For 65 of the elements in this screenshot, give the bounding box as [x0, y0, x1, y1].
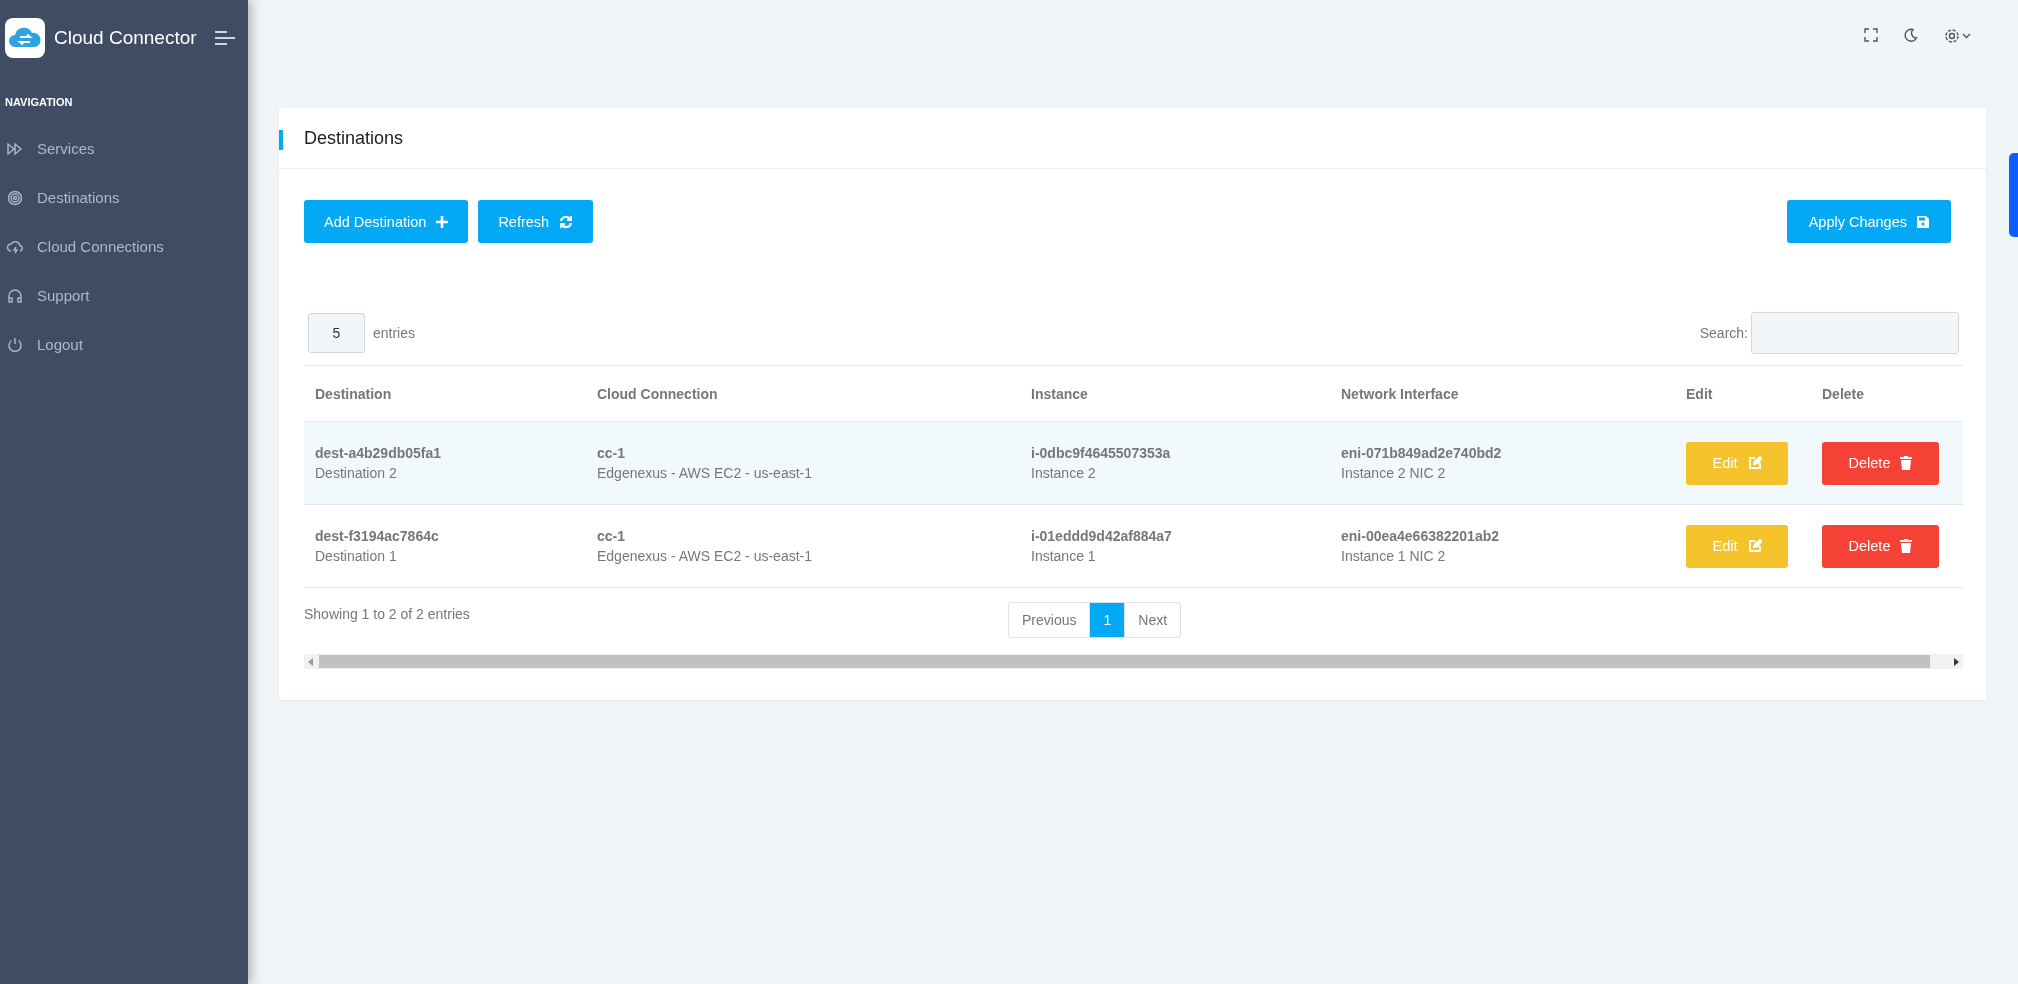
column-header: Destination — [315, 385, 392, 402]
nav-item[interactable]: Cloud Connections — [0, 222, 248, 271]
table-cell-text: Instance 1 NIC 2 — [1341, 548, 1447, 564]
trash-icon — [1900, 456, 1913, 470]
delete-button[interactable]: Delete — [1822, 524, 1939, 568]
pagination-link[interactable]: Previous — [1009, 603, 1090, 637]
nav-item[interactable]: Destinations — [0, 173, 248, 222]
edit-icon — [1747, 539, 1762, 553]
horizontal-scrollbar[interactable] — [304, 654, 1963, 669]
headphones-icon — [7, 287, 23, 304]
scroll-right-icon[interactable] — [1953, 657, 1959, 666]
pagination-link[interactable]: Next — [1124, 603, 1181, 637]
entries-label: entries — [373, 325, 416, 341]
edit-icon — [1747, 456, 1762, 470]
nav-heading: NAVIGATION — [4, 95, 74, 108]
refresh-button[interactable]: Refresh — [478, 200, 594, 243]
scroll-left-icon[interactable] — [308, 657, 314, 666]
app-title: Cloud Connector — [54, 27, 197, 49]
table-cell-text: i-0dbc9f4645507353a — [1031, 445, 1172, 461]
trash-icon — [1900, 539, 1913, 553]
delete-button[interactable]: Delete — [1822, 441, 1939, 485]
search-field[interactable] — [1751, 312, 1959, 354]
menu-icon[interactable] — [214, 31, 235, 45]
nav-item[interactable]: Logout — [0, 320, 248, 369]
fullscreen-icon[interactable] — [1864, 28, 1878, 42]
table-cell-text: eni-071b849ad2e740bd2 — [1341, 445, 1503, 461]
page-length-select[interactable]: 5 — [308, 313, 365, 353]
table-cell-text: cc-1 — [597, 528, 627, 544]
column-header: Cloud Connection — [597, 385, 718, 402]
target-icon — [7, 189, 23, 206]
fast-forward-icon — [7, 140, 23, 157]
table-cell-text: eni-00ea4e66382201ab2 — [1341, 528, 1501, 544]
table-info: Showing 1 to 2 of 2 entries — [304, 605, 471, 622]
refresh-icon — [559, 214, 574, 229]
power-icon — [7, 336, 23, 353]
apply-changes-button[interactable]: Apply Changes — [1786, 200, 1951, 243]
search-label: Search: — [1699, 325, 1748, 341]
settings-icon[interactable] — [1944, 28, 1972, 44]
table-cell-text: cc-1 — [597, 445, 627, 461]
save-icon — [1917, 215, 1929, 228]
column-header: Edit — [1686, 385, 1713, 402]
cloud-logo-icon — [5, 18, 45, 58]
pagination-link[interactable]: 1 — [1089, 603, 1125, 637]
table-cell-text: Destination 1 — [315, 548, 398, 564]
plus-icon — [436, 215, 449, 228]
table-row[interactable]: dest-a4b29db05fa1 Destination 2 cc-1 Edgenexus - AWS EC2 - us-east-1 i-0dbc9f4645507353a Instance 2 eni-071b849ad2e740bd2 Instance 2 NIC 2 Edit Delete — [304, 421, 1963, 505]
table-cell-text: Edgenexus - AWS EC2 - us-east-1 — [597, 465, 814, 481]
table-cell-text: dest-a4b29db05fa1 — [315, 445, 443, 461]
nav-item[interactable]: Support — [0, 271, 248, 320]
column-header: Delete — [1822, 385, 1865, 402]
table-cell-text: Instance 2 NIC 2 — [1341, 465, 1447, 481]
table-cell-text: Instance 1 — [1031, 548, 1097, 564]
cloud-lightning-icon — [7, 238, 23, 255]
table-cell-text: Edgenexus - AWS EC2 - us-east-1 — [597, 548, 814, 564]
column-header: Network Interface — [1341, 385, 1459, 402]
add-destination-button[interactable]: Add Destination — [304, 200, 469, 243]
nav-item[interactable]: Services — [0, 124, 248, 173]
card-title: Destinations — [304, 127, 404, 149]
table-cell-text: Instance 2 — [1031, 465, 1097, 481]
table-cell-text: Destination 2 — [315, 465, 398, 481]
moon-icon[interactable] — [1904, 28, 1918, 42]
table-cell-text: dest-f3194ac7864c — [315, 528, 440, 544]
table-row[interactable]: dest-f3194ac7864c Destination 1 cc-1 Edgenexus - AWS EC2 - us-east-1 i-01eddd9d42af884a7 Instance 1 eni-00ea4e66382201ab2 Instance 1 NIC 2 Edit Delete — [304, 504, 1963, 588]
column-header: Instance — [1031, 385, 1088, 402]
table-cell-text: i-01eddd9d42af884a7 — [1031, 528, 1173, 544]
